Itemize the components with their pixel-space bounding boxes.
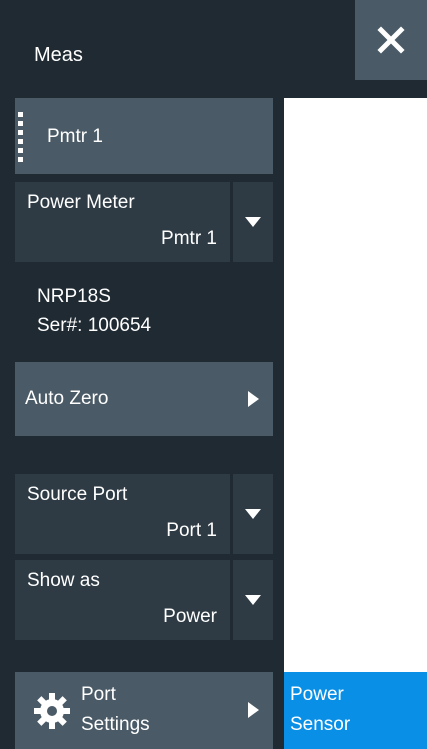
show-as-select[interactable]: Show as Power (15, 560, 273, 640)
gear-icon (34, 693, 70, 729)
power-meter-select[interactable]: Power Meter Pmtr 1 (15, 182, 273, 262)
show-as-label: Show as (27, 570, 100, 591)
port-settings-button[interactable]: Port Settings (15, 672, 273, 749)
source-port-value: Port 1 (166, 520, 217, 541)
chevron-right-icon (248, 391, 259, 407)
display-area (284, 98, 427, 664)
close-button[interactable] (355, 0, 427, 80)
source-port-field[interactable]: Source Port Port 1 (15, 474, 229, 554)
chevron-down-icon (245, 217, 261, 227)
close-icon (377, 26, 405, 54)
chevron-down-icon (245, 595, 261, 605)
pmtr-button-label: Pmtr 1 (47, 126, 103, 147)
power-sensor-tab[interactable]: Power Sensor (284, 672, 427, 749)
pmtr-button[interactable]: Pmtr 1 (15, 98, 273, 174)
show-as-dropdown-button[interactable] (230, 560, 273, 640)
show-as-value: Power (163, 606, 217, 627)
auto-zero-label: Auto Zero (25, 388, 109, 409)
show-as-field[interactable]: Show as Power (15, 560, 229, 640)
sensor-model: NRP18S (37, 286, 111, 307)
source-port-select[interactable]: Source Port Port 1 (15, 474, 273, 554)
source-port-dropdown-button[interactable] (230, 474, 273, 554)
chevron-right-icon (248, 702, 259, 718)
chevron-down-icon (245, 509, 261, 519)
power-meter-field[interactable]: Power Meter Pmtr 1 (15, 182, 229, 262)
sensor-serial: Ser#: 100654 (37, 315, 152, 336)
auto-zero-button[interactable]: Auto Zero (15, 362, 273, 436)
power-sensor-label-line1: Power (290, 684, 344, 705)
panel-title: Meas (34, 44, 83, 66)
power-meter-dropdown-button[interactable] (230, 182, 273, 262)
port-settings-label-line1: Port (81, 684, 116, 705)
power-sensor-label-line2: Sensor (290, 714, 351, 735)
power-meter-label: Power Meter (27, 192, 135, 213)
power-meter-value: Pmtr 1 (161, 228, 217, 249)
port-settings-label-line2: Settings (81, 714, 150, 735)
drag-handle-icon[interactable] (18, 112, 24, 162)
source-port-label: Source Port (27, 484, 128, 505)
